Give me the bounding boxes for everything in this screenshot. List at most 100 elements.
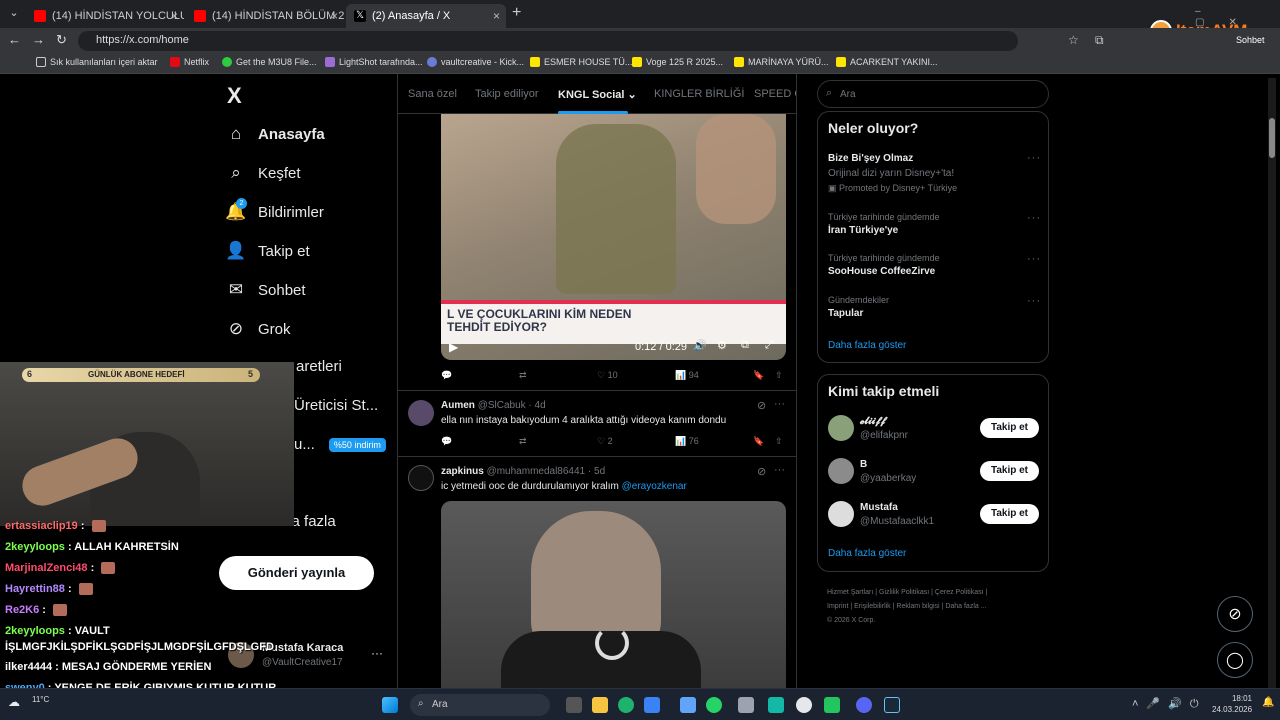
mention-link[interactable]: @erayozkenar [622,481,687,492]
footer-link[interactable]: Çerez Politikası [935,589,984,596]
tab-kingler-birligi[interactable]: KINGLER BİRLİĞİ [654,88,744,100]
bookmark-m3u8[interactable]: Get the M3U8 File... [222,57,317,67]
bookmark-marina[interactable]: MARİNAYA YÜRÜ... [734,57,829,67]
author-name[interactable]: zapkinus [441,466,484,477]
url-input[interactable]: https://x.com/home [78,31,1018,51]
photos-icon[interactable] [680,697,696,713]
forward-icon[interactable]: → [32,32,45,47]
reply-icon[interactable]: 💬 [441,370,452,381]
steam-icon[interactable] [884,697,900,713]
nav-follow[interactable]: 👤 Takip et [225,241,309,261]
browser-tab-3[interactable]: 𝕏 (2) Anasayfa / X × [346,4,506,28]
extensions-icon[interactable]: ⧉ [1095,33,1104,48]
clock[interactable]: 18:01 24.03.2026 [1212,693,1252,715]
app-icon[interactable] [738,697,754,713]
browser-icon[interactable] [796,697,812,713]
reply-icon[interactable]: 💬 [441,436,452,447]
bookmark-icon[interactable]: 🔖 [753,436,764,447]
play-icon[interactable]: ▶ [449,340,458,354]
settings-icon[interactable]: ⚙ [717,339,727,352]
views-button[interactable]: 📊 76 [675,436,699,447]
views-button[interactable]: 📊 94 [675,370,699,381]
back-icon[interactable]: ← [8,32,21,47]
new-tab-button[interactable]: + [512,4,521,22]
footer-link[interactable]: Reklam bilgisi [896,603,939,610]
nav-premium[interactable]: u... %50 indirim [294,436,386,453]
fullscreen-icon[interactable]: ⤢ [765,339,774,352]
weather-widget[interactable]: ☁ 11°C [8,693,68,717]
nav-home[interactable]: ⌂ Anasayfa [226,124,325,144]
user-name[interactable]: 𝓮𝓵𝓲𝓲𝓯𝓯 [860,416,885,427]
follow-button[interactable]: Takip et [980,418,1039,438]
chat-float-button[interactable]: ◯ [1217,642,1253,678]
more-icon[interactable]: ··· [1027,295,1041,307]
avatar[interactable] [408,465,434,491]
bookmark-acarkent[interactable]: ACARKENT YAKINI... [836,57,938,67]
footer-link[interactable]: Gizlilik Politikası [879,589,929,596]
retweet-icon[interactable]: ⇄ [519,370,527,381]
tab-kngl-social[interactable]: KNGL Social ⌄ [558,88,637,101]
notification-icon[interactable]: 🔔 [1262,697,1274,708]
author-handle[interactable]: @SlCabuk [478,400,526,411]
close-tab-icon[interactable]: × [331,9,338,23]
trends-show-more[interactable]: Daha fazla göster [828,340,906,351]
nav-explore[interactable]: ⌕ Keşfet [226,163,300,183]
who-to-follow-show-more[interactable]: Daha fazla göster [828,548,906,559]
more-icon[interactable]: ··· [1027,152,1041,164]
avatar[interactable] [828,501,854,527]
close-tab-icon[interactable]: × [493,9,500,23]
footer-link[interactable]: Erişilebilirlik [854,603,891,610]
share-icon[interactable]: ⇧ [775,436,783,447]
user-name[interactable]: B [860,459,867,470]
taskbar-search[interactable]: ⌕ Ara [410,694,550,716]
chat-username[interactable]: 2keyyloops [5,625,65,637]
chat-username[interactable]: 2keyyloops [5,541,65,553]
author-handle[interactable]: @muhammedal86441 [487,466,586,477]
tab-list-chevron-icon[interactable]: ⌄ [6,6,22,22]
trend-title[interactable]: Tapular [828,308,863,319]
tab-following[interactable]: Takip ediliyor [475,88,539,100]
more-icon[interactable]: ··· [774,464,785,476]
like-button[interactable]: ♡ 10 [597,370,618,381]
more-icon[interactable]: ··· [371,646,383,660]
share-icon[interactable]: ⇧ [775,370,783,381]
more-icon[interactable]: ··· [1027,253,1041,265]
whatsapp-icon[interactable] [706,697,722,713]
user-name[interactable]: Mustafa [860,502,898,513]
follow-button[interactable]: Takip et [980,504,1039,524]
avatar[interactable] [408,400,434,426]
reload-icon[interactable]: ↻ [56,32,67,48]
tab-for-you[interactable]: Sana özel [408,88,457,100]
avatar[interactable] [828,415,854,441]
avatar[interactable] [828,458,854,484]
task-view-icon[interactable] [566,697,582,713]
bookmark-import[interactable]: Sık kullanılanları içeri aktar [36,57,158,67]
follow-button[interactable]: Takip et [980,461,1039,481]
footer-link[interactable]: Imprint [827,603,848,610]
trend-title[interactable]: Bize Bi'şey Olmaz [828,153,913,164]
grok-icon[interactable]: ⊘ [757,399,766,412]
discord-icon[interactable] [856,697,872,713]
like-button[interactable]: ♡ 2 [597,436,613,447]
nav-bookmarks[interactable]: aretleri [296,358,342,375]
chat-label[interactable]: Sohbet [1236,35,1265,45]
pip-icon[interactable]: ⧉ [741,339,749,352]
nav-chat[interactable]: ✉ Sohbet [226,280,306,300]
bookmark-netflix[interactable]: Netflix [170,57,209,67]
more-icon[interactable]: ··· [1027,212,1041,224]
trend-title[interactable]: SooHouse CoffeeZirve [828,266,935,277]
grok-float-button[interactable]: ⊘ [1217,596,1253,632]
file-explorer-icon[interactable] [592,697,608,713]
app-icon[interactable] [824,697,840,713]
volume-icon[interactable]: 🔊 [693,339,707,352]
scrollbar[interactable] [1268,78,1276,688]
windows-start-icon[interactable] [382,697,398,713]
trend-title[interactable]: İran Türkiye'ye [828,225,898,236]
browser-tab-2[interactable]: (14) HİNDİSTAN BÖLÜM 2: VARAN × [186,4,344,28]
bookmark-voge[interactable]: Voge 125 R 2025... [632,57,723,67]
retweet-icon[interactable]: ⇄ [519,436,527,447]
nav-grok[interactable]: ⊘ Grok [226,319,291,339]
footer-link[interactable]: Hizmet Şartları [827,589,873,596]
more-icon[interactable]: ··· [774,398,785,410]
nav-notifications[interactable]: 🔔 2 Bildirimler [225,198,324,222]
